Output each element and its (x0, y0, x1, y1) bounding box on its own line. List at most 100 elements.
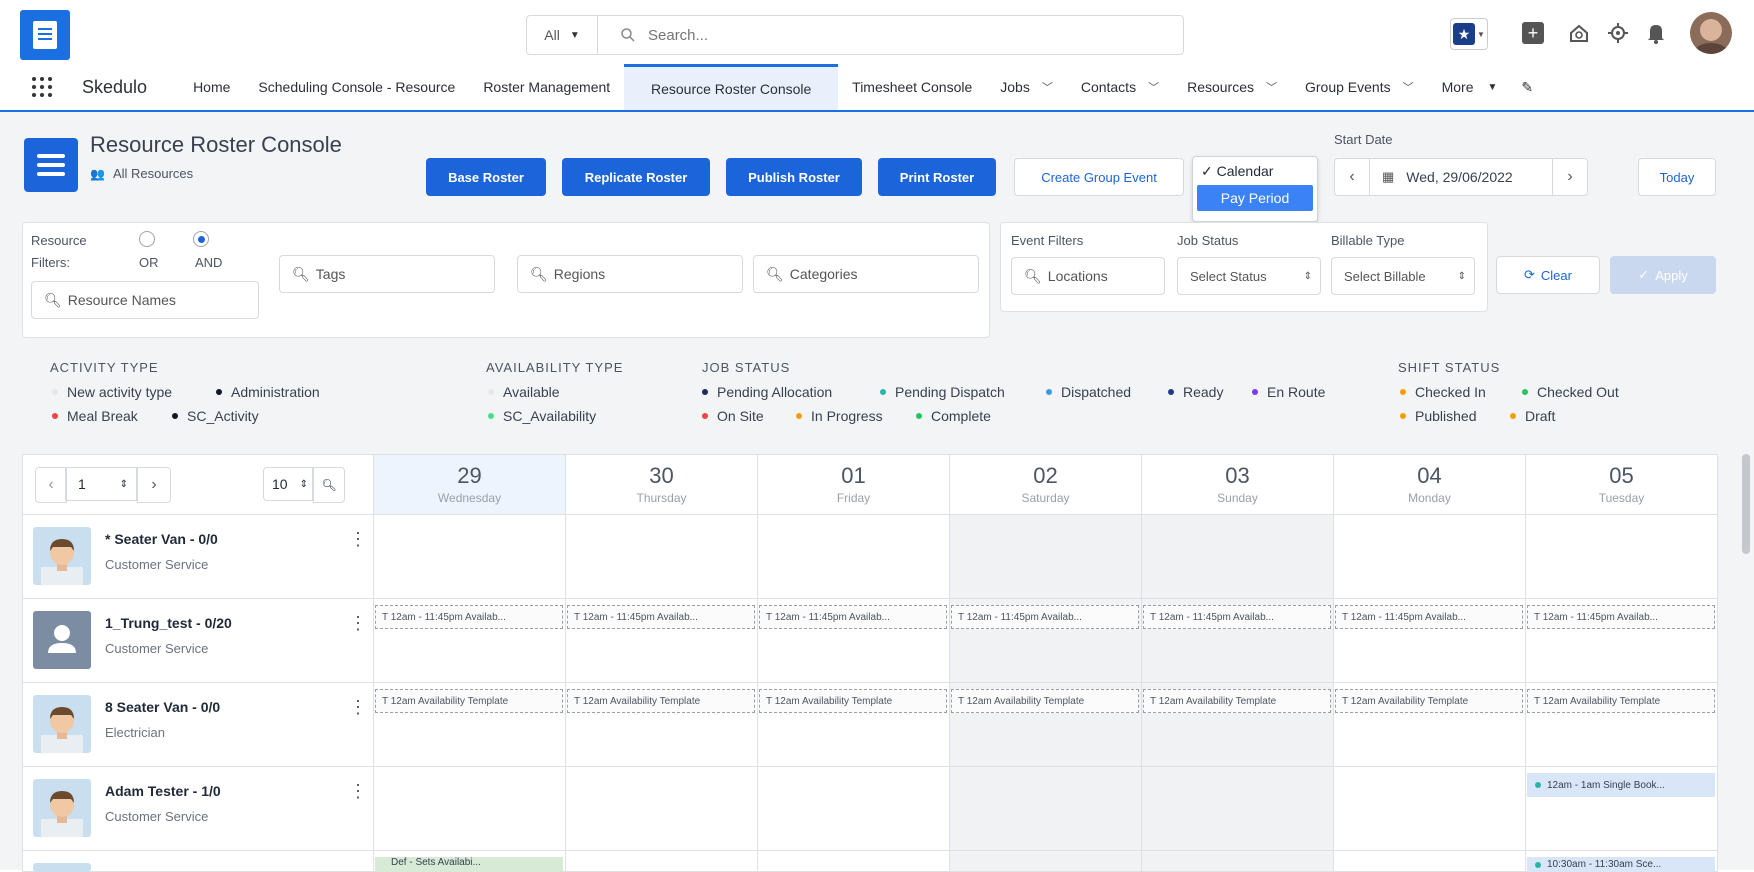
chevron-down-icon[interactable]: ﹀ (1042, 79, 1053, 95)
resource-name[interactable]: 1_Trung_test - 0/20 (105, 615, 232, 631)
app-launcher-logo[interactable] (20, 10, 70, 60)
legend-pending-allocation: Pending Allocation (702, 384, 832, 400)
resource-avatar[interactable] (33, 527, 91, 585)
print-roster-button[interactable]: Print Roster (878, 158, 996, 196)
resource-name[interactable]: 8 Seater Van - 0/0 (105, 699, 220, 715)
availability-event[interactable]: T 12am - 11:45pm Availab... (1527, 605, 1715, 629)
availability-template-event[interactable]: T 12am Availability Template (375, 689, 563, 713)
page-number-input[interactable]: 1 ⇕ (65, 467, 137, 501)
edit-nav-pencil-icon[interactable]: ✎ (1511, 64, 1543, 110)
chevron-left-icon[interactable]: ‹ (1335, 159, 1370, 195)
legend-sc-activity: SC_Activity (172, 408, 259, 424)
more-vertical-icon[interactable]: ⋮ (349, 529, 367, 550)
job-event[interactable]: 12am - 1am Single Book... (1527, 773, 1715, 797)
chevron-right-icon[interactable]: › (137, 467, 171, 503)
availability-template-event[interactable]: T 12am Availability Template (1527, 689, 1715, 713)
resource-name[interactable]: * Seater Van - 0/0 (105, 531, 218, 547)
nav-roster-management[interactable]: Roster Management (469, 64, 624, 110)
resource-avatar[interactable] (33, 695, 91, 753)
start-date-value[interactable]: Wed, 29/06/2022 (1406, 169, 1512, 185)
categories-input[interactable]: 🔍︎ Categories (753, 255, 979, 293)
chevron-down-icon[interactable]: ﹀ (1148, 79, 1159, 95)
and-radio[interactable] (193, 231, 209, 247)
nav-group-events[interactable]: Group Events ﹀ (1291, 64, 1428, 110)
resource-avatar[interactable] (33, 863, 91, 872)
categories-placeholder: Categories (789, 266, 858, 282)
job-status-select[interactable]: Select Status ⇕ (1177, 257, 1321, 295)
day-header-1[interactable]: 30 Thursday (565, 455, 757, 514)
day-header-4[interactable]: 03 Sunday (1141, 455, 1333, 514)
nav-more[interactable]: More ▼ (1428, 64, 1512, 110)
day-header-3[interactable]: 02 Saturday (949, 455, 1141, 514)
availability-template-event[interactable]: T 12am Availability Template (759, 689, 947, 713)
availability-event[interactable]: T 12am - 11:45pm Availab... (1335, 605, 1523, 629)
availability-event[interactable]: T 12am - 11:45pm Availab... (759, 605, 947, 629)
view-mode-dropdown[interactable]: ✓ Calendar Pay Period (1192, 156, 1318, 222)
search-input[interactable] (646, 25, 1170, 45)
chevron-right-icon[interactable]: › (1552, 159, 1587, 195)
nav-home[interactable]: Home (173, 64, 244, 110)
day-header-2[interactable]: 01 Friday (757, 455, 949, 514)
more-vertical-icon[interactable]: ⋮ (349, 613, 367, 634)
nav-resource-roster-console[interactable]: Resource Roster Console (624, 64, 839, 110)
nav-jobs[interactable]: Jobs ﹀ (986, 64, 1067, 110)
add-icon[interactable]: + (1522, 22, 1544, 44)
gear-icon[interactable] (1607, 22, 1629, 44)
tags-input[interactable]: 🔍︎ Tags (279, 255, 495, 293)
regions-input[interactable]: 🔍︎ Regions (517, 255, 743, 293)
nav-contacts[interactable]: Contacts ﹀ (1067, 64, 1173, 110)
day-header-6[interactable]: 05 Tuesday (1525, 455, 1717, 514)
chevron-down-icon[interactable]: ﹀ (1266, 79, 1277, 95)
resource-name[interactable]: Adam Tester - 1/0 (105, 783, 221, 799)
search-scope-select[interactable]: All ▼ (527, 16, 598, 54)
nav-resources[interactable]: Resources ﹀ (1173, 64, 1291, 110)
availability-event[interactable]: T 12am - 11:45pm Availab... (567, 605, 755, 629)
apply-button[interactable]: ✓ Apply (1610, 256, 1716, 294)
availability-template-event[interactable]: T 12am Availability Template (1335, 689, 1523, 713)
chevron-left-icon[interactable]: ‹ (35, 467, 67, 503)
clear-button[interactable]: ⟳ Clear (1496, 256, 1600, 294)
global-search[interactable]: All ▼ (526, 15, 1184, 55)
favorites-button[interactable]: ★ ▼ (1450, 18, 1488, 50)
availability-event[interactable]: T 12am - 11:45pm Availab... (951, 605, 1139, 629)
start-date-picker[interactable]: ‹ ▦ Wed, 29/06/2022 › (1334, 158, 1588, 196)
publish-roster-button[interactable]: Publish Roster (726, 158, 862, 196)
vertical-scrollbar[interactable] (1742, 454, 1750, 554)
locations-input[interactable]: 🔍︎ Locations (1011, 257, 1165, 295)
create-group-event-button[interactable]: Create Group Event (1014, 158, 1184, 196)
availability-event[interactable]: T 12am - 11:45pm Availab... (1143, 605, 1331, 629)
availability-template-event[interactable]: T 12am Availability Template (1143, 689, 1331, 713)
bell-icon[interactable] (1646, 22, 1666, 44)
base-roster-button[interactable]: Base Roster (426, 158, 546, 196)
availability-event[interactable]: T 12am - 11:45pm Availab... (375, 605, 563, 629)
availability-template-event[interactable]: T 12am Availability Template (951, 689, 1139, 713)
view-option-pay-period[interactable]: Pay Period (1197, 185, 1313, 211)
resource-names-input[interactable]: 🔍︎ Resource Names (31, 281, 259, 319)
chevron-down-icon[interactable]: ﹀ (1403, 79, 1414, 95)
more-vertical-icon[interactable]: ⋮ (349, 781, 367, 802)
activity-type-title: ACTIVITY TYPE (50, 360, 159, 375)
nav-timesheet-console[interactable]: Timesheet Console (838, 64, 986, 110)
resource-avatar[interactable] (33, 779, 91, 837)
help-cloud-icon[interactable] (1568, 22, 1590, 44)
resource-scope[interactable]: 👥 All Resources (90, 166, 193, 181)
day-header-5[interactable]: 04 Monday (1333, 455, 1525, 514)
user-avatar[interactable] (1690, 12, 1732, 54)
today-button[interactable]: Today (1638, 158, 1716, 196)
search-resource-button[interactable]: 🔍︎ (313, 467, 345, 503)
availability-template-event[interactable]: T 12am Availability Template (567, 689, 755, 713)
app-launcher-waffle[interactable] (0, 64, 70, 110)
day-header-0[interactable]: 29 Wednesday (373, 455, 565, 514)
app-nav-bar: Skedulo Home Scheduling Console - Resour… (0, 64, 1754, 113)
or-radio[interactable] (139, 231, 155, 247)
replicate-roster-button[interactable]: Replicate Roster (562, 158, 710, 196)
billable-type-select[interactable]: Select Billable ⇕ (1331, 257, 1475, 295)
resource-avatar[interactable] (33, 611, 91, 669)
dot-icon (488, 413, 494, 419)
app-name: Skedulo (82, 76, 148, 97)
legend-sc-availability: SC_Availability (488, 408, 596, 424)
more-vertical-icon[interactable]: ⋮ (349, 697, 367, 718)
nav-scheduling-console[interactable]: Scheduling Console - Resource (244, 64, 469, 110)
page-size-select[interactable]: 10 ⇕ (263, 467, 313, 501)
view-option-calendar[interactable]: ✓ Calendar (1193, 157, 1317, 185)
